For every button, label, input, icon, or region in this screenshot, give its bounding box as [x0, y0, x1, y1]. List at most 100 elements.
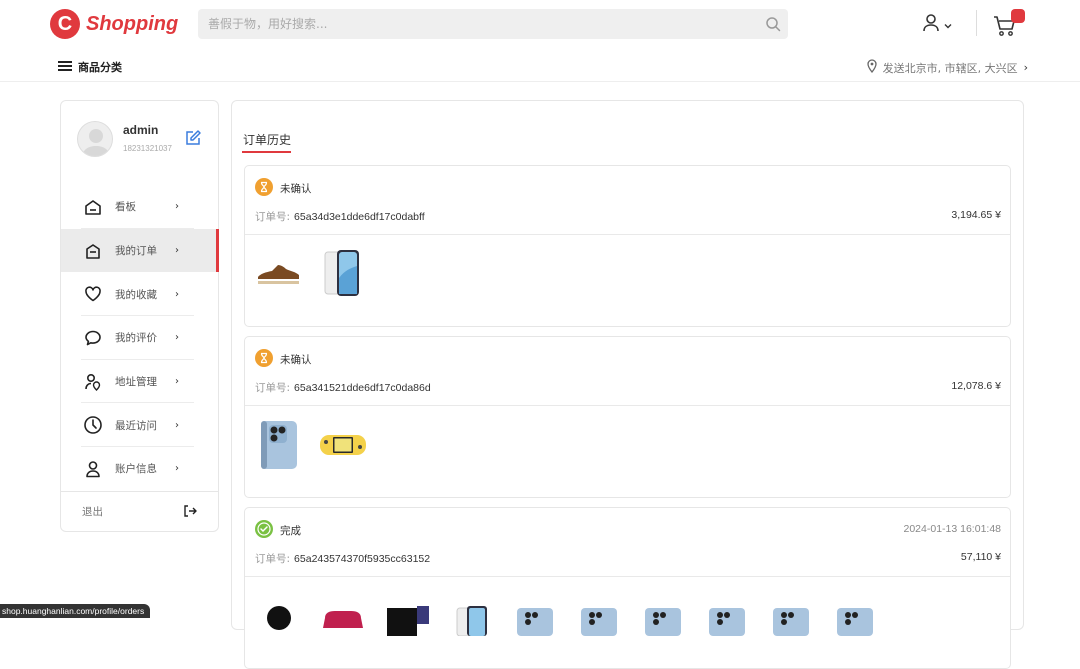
sidebar-item-label: 我的评价 [115, 332, 157, 345]
chevron-right-icon: › [175, 463, 179, 475]
sidebar-item-label: 最近访问 [115, 419, 157, 432]
cart-button[interactable] [992, 9, 1025, 40]
order-status-label: 完成 [280, 525, 301, 537]
profile-sidebar: admin 18231321037 看板 › 我的订单 › 我的收藏 › 我的评… [60, 100, 219, 532]
location-pin-icon [866, 59, 877, 76]
user-icon [922, 13, 940, 38]
user-menu[interactable] [922, 13, 952, 38]
heart-icon [83, 284, 103, 304]
sidebar-item-orders[interactable]: 我的订单 › [61, 228, 219, 273]
sidebar-item-label: 看板 [115, 201, 136, 214]
sidebar-item-label: 我的订单 [115, 245, 157, 258]
order-total: 12,078.6 ¥ [951, 380, 1001, 392]
order-status: 未确认 [255, 349, 312, 370]
product-iphone-pro-image[interactable] [511, 588, 559, 644]
logo[interactable]: C Shopping [50, 9, 178, 39]
product-shoe-image[interactable] [255, 246, 303, 302]
hourglass-icon [255, 349, 273, 370]
chevron-right-icon: › [175, 419, 179, 431]
chevron-right-icon: › [175, 288, 179, 300]
product-iphone-image[interactable] [447, 588, 495, 644]
product-iphone-pro-image[interactable] [703, 588, 751, 644]
chevron-right-icon: › [175, 245, 179, 257]
order-card[interactable]: 完成 2024-01-13 16:01:48 订单号: 65a243574370f… [244, 507, 1011, 669]
categories-button[interactable]: 商品分类 [58, 59, 122, 75]
sub-bar: 商品分类 发送北京市, 市辖区, 大兴区 › [0, 52, 1080, 82]
chevron-right-icon: › [175, 201, 179, 213]
avatar [77, 121, 113, 157]
logo-text: Shopping [86, 12, 179, 35]
order-time: 2024-01-13 16:01:48 [903, 523, 1002, 535]
order-card[interactable]: 未确认 订单号: 65a341521dde6df17c0da86d 12,078.… [244, 336, 1011, 498]
order-status: 未确认 [255, 178, 312, 199]
page-title: 订单历史 [243, 133, 292, 147]
chevron-right-icon: › [1023, 61, 1028, 74]
order-total: 57,110 ¥ [960, 551, 1001, 563]
profile-card: admin 18231321037 [77, 119, 207, 163]
product-iphone-pro-image[interactable] [575, 588, 623, 644]
location-user-icon [83, 372, 103, 392]
product-iphone-pro-image[interactable] [639, 588, 687, 644]
order-bag-icon [83, 241, 103, 261]
order-items [255, 246, 367, 302]
order-id-label: 订单号: [255, 211, 291, 223]
logout-icon [183, 504, 197, 521]
menu-icon [58, 60, 72, 75]
delivery-location[interactable]: 发送北京市, 市辖区, 大兴区 › [866, 59, 1028, 76]
order-id-label: 订单号: [255, 382, 291, 394]
delivery-text: 发送北京市, 市辖区, 大兴区 [882, 61, 1018, 75]
orders-panel: 订单历史 未确认 订单号: 65a34d3e1dde6df17c0dabff 3,… [231, 100, 1024, 669]
sidebar-item-recent[interactable]: 最近访问 › [61, 403, 218, 448]
search-input[interactable] [198, 17, 758, 31]
order-id-row: 订单号: 65a34d3e1dde6df17c0dabff [255, 209, 425, 224]
logo-mark: C [50, 9, 80, 39]
order-total: 3,194.65 ¥ [951, 209, 1001, 221]
sidebar-item-label: 地址管理 [115, 376, 157, 389]
search-bar [198, 9, 788, 39]
product-controller-image[interactable] [319, 588, 367, 644]
cart-badge [1011, 9, 1025, 23]
check-circle-icon [255, 520, 273, 541]
title-underline [242, 151, 291, 153]
order-divider [245, 576, 1010, 577]
order-items [255, 588, 879, 644]
user-phone: 18231321037 [123, 144, 172, 153]
hourglass-icon [255, 178, 273, 199]
product-console-image[interactable] [383, 588, 431, 644]
order-id-row: 订单号: 65a243574370f5935cc63152 [255, 551, 430, 566]
sidebar-item-reviews[interactable]: 我的评价 › [61, 316, 218, 360]
sidebar-item-label: 我的收藏 [115, 288, 157, 301]
logout-label: 退出 [82, 506, 103, 518]
sidebar-item-favorites[interactable]: 我的收藏 › [61, 272, 218, 317]
chevron-right-icon: › [175, 376, 179, 388]
sidebar-item-addresses[interactable]: 地址管理 › [61, 360, 218, 404]
sidebar-item-label: 账户信息 [115, 463, 157, 476]
order-card[interactable]: 未确认 订单号: 65a34d3e1dde6df17c0dabff 3,194.6… [244, 165, 1011, 327]
chevron-right-icon: › [175, 332, 179, 344]
chevron-down-icon [944, 17, 952, 35]
order-status-label: 未确认 [280, 354, 312, 366]
order-status-label: 未确认 [280, 183, 312, 195]
order-id-label: 订单号: [255, 553, 291, 565]
sidebar-item-account[interactable]: 账户信息 › [61, 447, 218, 491]
header-divider [976, 10, 977, 36]
logout-button[interactable]: 退出 [61, 491, 218, 531]
product-iphone-image[interactable] [319, 246, 367, 302]
product-iphone-pro-image[interactable] [831, 588, 879, 644]
order-items [255, 417, 367, 473]
order-id: 65a34d3e1dde6df17c0dabff [294, 211, 425, 223]
order-divider [245, 234, 1010, 235]
product-speaker-image[interactable] [255, 588, 303, 644]
sidebar-menu: 看板 › 我的订单 › 我的收藏 › 我的评价 › 地址管理 › 最近访问 › … [61, 185, 219, 491]
search-icon[interactable] [758, 9, 788, 39]
product-iphone-pro-image[interactable] [767, 588, 815, 644]
home-icon [83, 197, 103, 217]
order-id: 65a243574370f5935cc63152 [294, 553, 431, 565]
product-switch-image[interactable] [319, 417, 367, 473]
username: admin [123, 123, 159, 137]
sidebar-item-dashboard[interactable]: 看板 › [61, 185, 218, 229]
edit-icon[interactable] [184, 129, 202, 152]
order-divider [245, 405, 1010, 406]
comment-icon [83, 328, 103, 348]
product-iphone-pro-image[interactable] [255, 417, 303, 473]
